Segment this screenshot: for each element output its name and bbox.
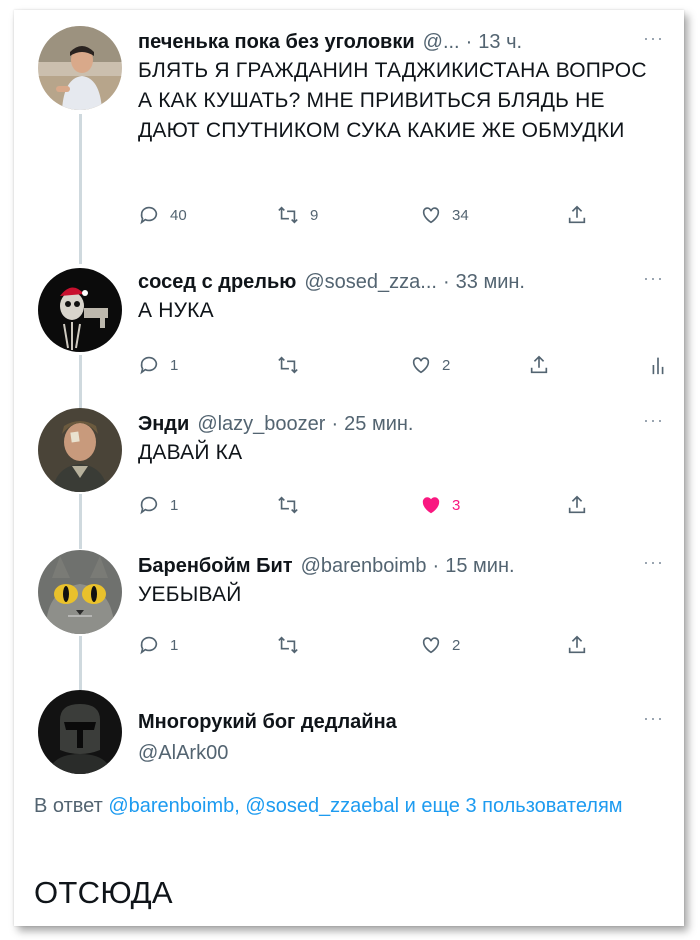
like-button[interactable]: 3	[420, 490, 460, 520]
heart-icon	[412, 357, 430, 374]
reply-context: В ответ @barenboimb, @sosed_zzaebal и ещ…	[34, 790, 654, 822]
share-icon	[568, 635, 586, 654]
more-options-icon[interactable]: ···	[643, 28, 664, 49]
tweet-header: сосед с дрелью @sosed_zza... · 33 мин. ·…	[138, 268, 664, 296]
retweet-count: 9	[310, 206, 319, 224]
avatar[interactable]	[38, 26, 122, 110]
avatar[interactable]	[38, 550, 122, 634]
like-count: 3	[452, 496, 461, 514]
tweet-header: Энди @lazy_boozer · 25 мин. ···	[138, 410, 664, 438]
heart-icon	[422, 207, 440, 224]
reply-bubble-icon	[140, 496, 158, 515]
thread-line	[79, 114, 82, 264]
tweet-header: Баренбойм Бит @barenboimb · 15 мин. ···	[138, 552, 664, 580]
author-name[interactable]: Энди	[138, 413, 189, 436]
reply-count: 1	[170, 496, 179, 514]
thread-line	[79, 494, 82, 549]
author-name[interactable]: Многорукий бог дедлайна	[138, 711, 397, 734]
timestamp[interactable]: 25 мин.	[344, 413, 413, 436]
reply-button[interactable]: 40	[138, 200, 187, 230]
reply-bubble-icon	[140, 636, 158, 655]
reply-separator: ,	[234, 795, 246, 817]
heart-icon	[422, 637, 440, 654]
reply-bubble-icon	[140, 356, 158, 375]
separator-dot: ·	[432, 554, 440, 577]
separator-dot: ·	[442, 270, 450, 293]
author-handle[interactable]: @...	[423, 31, 460, 54]
like-count: 2	[442, 356, 451, 374]
avatar[interactable]	[38, 268, 122, 352]
like-count: 2	[452, 636, 461, 654]
heart-icon	[422, 497, 440, 514]
tweet-text: БЛЯТЬ Я ГРАЖДАНИН ТАДЖИКИСТАНА ВОПРОС А …	[138, 59, 647, 142]
separator-dot: ·	[331, 412, 339, 435]
reply-count: 1	[170, 356, 179, 374]
reply-user-link[interactable]: @sosed_zzaebal	[245, 795, 399, 817]
thread-line	[79, 636, 82, 690]
author-name[interactable]: печенька пока без уголовки	[138, 31, 415, 54]
tweet-actions: 1 2	[138, 350, 678, 380]
reply-button[interactable]: 1	[138, 630, 178, 660]
timestamp[interactable]: 13 ч.	[478, 31, 522, 54]
analytics-button[interactable]	[650, 350, 676, 380]
retweet-icon	[278, 356, 298, 374]
author-handle[interactable]: @sosed_zza...	[304, 271, 437, 294]
tweet-actions: 40 9 34	[138, 200, 678, 230]
reply-bubble-icon	[140, 206, 158, 225]
avatar[interactable]	[38, 690, 122, 774]
retweet-icon	[278, 206, 298, 224]
main-tweet-text: ОТСЮДА	[34, 875, 173, 910]
author-handle[interactable]: @AlArk00	[138, 742, 228, 765]
author-handle[interactable]: @lazy_boozer	[197, 413, 325, 436]
share-icon	[568, 495, 586, 514]
share-button[interactable]	[566, 630, 598, 660]
share-button[interactable]	[566, 490, 598, 520]
tweet-actions: 1 3	[138, 490, 678, 520]
retweet-button[interactable]: 9	[276, 200, 318, 230]
retweet-button[interactable]	[276, 630, 310, 660]
tweet-text: А НУКА	[138, 299, 214, 322]
reply-user-link[interactable]: @barenboimb	[108, 795, 234, 817]
retweet-icon	[278, 496, 298, 514]
reply-count: 1	[170, 636, 179, 654]
avatar[interactable]	[38, 408, 122, 492]
reply-others-link[interactable]: и еще 3 пользователям	[399, 795, 623, 817]
author-name[interactable]: Баренбойм Бит	[138, 555, 293, 578]
retweet-button[interactable]	[276, 350, 310, 380]
retweet-icon	[278, 636, 298, 654]
tweet-text: ДАВАЙ КА	[138, 441, 243, 464]
reply-button[interactable]: 1	[138, 350, 178, 380]
reply-count: 40	[170, 206, 187, 224]
analytics-icon	[652, 357, 664, 375]
tweet-thread: печенька пока без уголовки @... · 13 ч. …	[14, 10, 684, 926]
like-button[interactable]: 2	[420, 630, 460, 660]
more-options-icon[interactable]: ···	[643, 708, 664, 729]
share-button[interactable]	[528, 350, 560, 380]
tweet-actions: 1 2	[138, 630, 678, 660]
tweet-text: УЕБЫВАЙ	[138, 583, 242, 606]
author-name[interactable]: сосед с дрелью	[138, 271, 296, 294]
more-options-icon[interactable]: ···	[643, 410, 664, 431]
more-options-icon[interactable]: ···	[643, 268, 664, 289]
share-button[interactable]	[566, 200, 598, 230]
reply-button[interactable]: 1	[138, 490, 178, 520]
retweet-button[interactable]	[276, 490, 310, 520]
timestamp[interactable]: 33 мин.	[456, 271, 525, 294]
like-button[interactable]: 2	[410, 350, 450, 380]
like-count: 34	[452, 206, 469, 224]
timestamp[interactable]: 15 мин.	[445, 555, 514, 578]
thread-line	[79, 355, 82, 410]
reply-prefix: В ответ	[34, 795, 109, 817]
more-options-icon[interactable]: ···	[643, 552, 664, 573]
tweet-header: Многорукий бог дедлайна ···	[138, 708, 664, 736]
like-button[interactable]: 34	[420, 200, 469, 230]
author-handle[interactable]: @barenboimb	[301, 555, 427, 578]
separator-dot: ·	[465, 30, 473, 53]
share-icon	[530, 355, 548, 374]
share-icon	[568, 205, 586, 224]
tweet-header: печенька пока без уголовки @... · 13 ч. …	[138, 28, 664, 56]
